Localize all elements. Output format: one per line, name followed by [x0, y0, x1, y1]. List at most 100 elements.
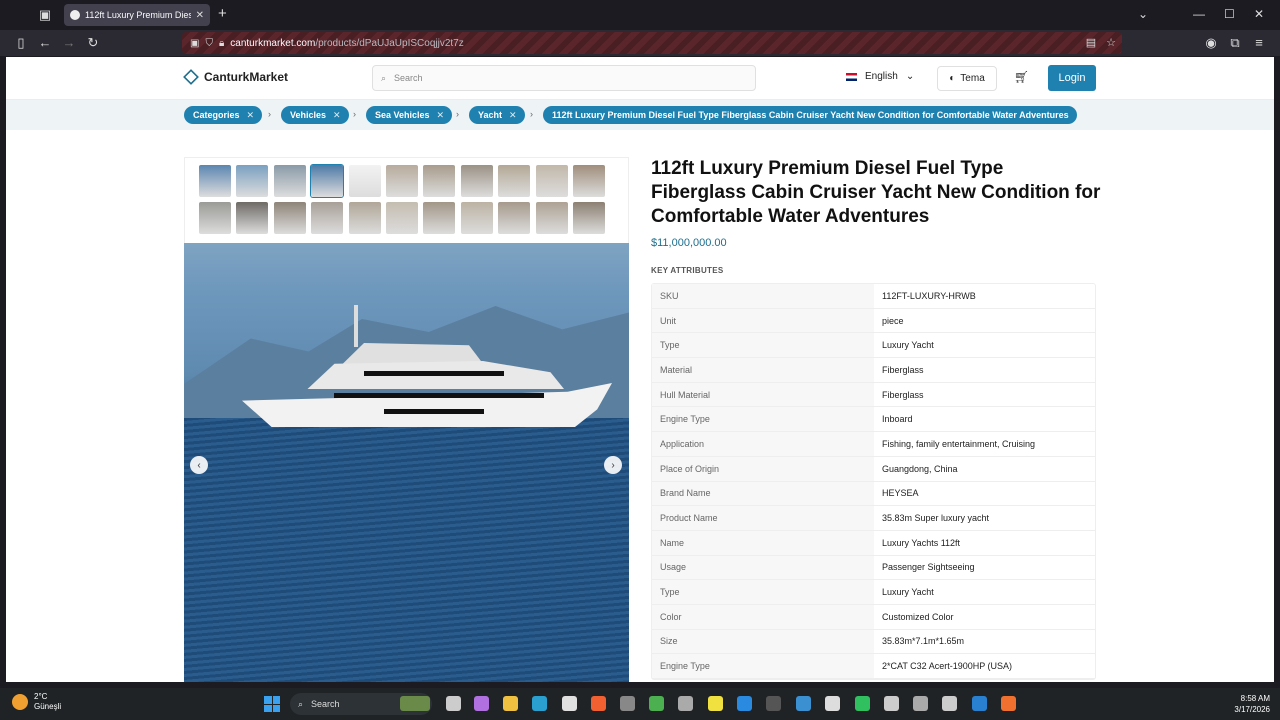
tab-list-icon[interactable]: ▣	[36, 7, 54, 23]
thumbnail-image[interactable]	[199, 165, 231, 197]
minimize-icon[interactable]: —	[1193, 6, 1205, 22]
editor-icon[interactable]	[678, 696, 693, 711]
site-logo[interactable]: CanturkMarket	[183, 69, 288, 85]
slack-icon[interactable]	[562, 696, 577, 711]
breadcrumb-yacht[interactable]: Yacht ✕	[469, 106, 525, 124]
outlook-icon[interactable]	[972, 696, 987, 711]
attribute-row: SKU 112FT-LUXURY-HRWB	[652, 284, 1095, 309]
remove-icon[interactable]: ✕	[247, 110, 255, 121]
reload-icon[interactable]: ↻	[85, 35, 101, 51]
browser-tab[interactable]: 112ft Luxury Premium Diesel Fu ✕	[64, 4, 210, 26]
thumbnail-image[interactable]	[460, 202, 493, 234]
thumbnail-image[interactable]	[498, 165, 531, 197]
thumbnail-image[interactable]	[460, 165, 493, 197]
theme-button[interactable]: ◐ Tema	[937, 66, 997, 91]
thumbnail-image[interactable]	[273, 165, 306, 197]
thumbnail-image[interactable]	[386, 202, 418, 234]
firefox-icon[interactable]	[1001, 696, 1016, 711]
thumbnail-image[interactable]	[498, 202, 531, 234]
windows-start-icon[interactable]	[264, 696, 280, 712]
thumbnail-image[interactable]	[348, 202, 381, 234]
attribute-key: Name	[652, 530, 874, 555]
maximize-icon[interactable]: ☐	[1224, 6, 1235, 22]
attribute-value: Luxury Yachts 112ft	[882, 537, 961, 548]
task-view-icon[interactable]	[446, 696, 461, 711]
shield-icon[interactable]: ⛉	[205, 38, 213, 49]
cart-icon[interactable]: 🛒︎	[1014, 70, 1029, 84]
forward-icon[interactable]: →	[61, 35, 77, 51]
attribute-row: Type Luxury Yacht	[652, 333, 1095, 359]
attribute-key: Hull Material	[652, 382, 874, 407]
tab-close-icon[interactable]: ✕	[196, 10, 204, 21]
thumbnail-image[interactable]	[236, 165, 269, 197]
edge-icon[interactable]	[532, 696, 547, 711]
thumbnail-image[interactable]	[535, 165, 568, 197]
reader-view-icon[interactable]: ▤	[1086, 36, 1096, 49]
attribute-row: Place of Origin Guangdong, China	[652, 456, 1095, 482]
chrome-icon[interactable]	[649, 696, 664, 711]
thumbnail-image[interactable]	[199, 202, 231, 234]
login-button[interactable]: Login	[1048, 65, 1096, 91]
menu-icon[interactable]: ≡	[1251, 35, 1267, 51]
extensions-icon[interactable]: ⧉	[1227, 35, 1243, 51]
github-icon[interactable]	[825, 696, 840, 711]
sticky-notes-icon[interactable]	[708, 696, 723, 711]
breadcrumb-label: 112ft Luxury Premium Diesel Fuel Type Fi…	[552, 110, 1069, 120]
attribute-key: SKU	[652, 284, 874, 308]
thumbnail-image[interactable]	[573, 165, 605, 197]
attribute-row: Application Fishing, family entertainment…	[652, 432, 1095, 457]
weather-widget[interactable]: 2°C Güneşli	[12, 692, 61, 712]
terminal-icon[interactable]	[766, 696, 781, 711]
box-icon[interactable]	[913, 696, 928, 711]
remove-icon[interactable]: ✕	[509, 110, 517, 121]
lock-icon[interactable]: 🔒︎	[219, 38, 224, 49]
tab-favicon-icon	[70, 10, 80, 20]
breadcrumb-sea-vehicles[interactable]: Sea Vehicles ✕	[366, 106, 453, 124]
breadcrumb-categories[interactable]: Categories ✕	[184, 106, 263, 124]
attribute-row: Engine Type Inboard	[652, 407, 1095, 433]
thumbnail-image[interactable]	[535, 202, 568, 234]
thumbnail-image[interactable]	[311, 165, 344, 197]
thumbnail-image[interactable]	[273, 202, 306, 234]
steam-icon[interactable]	[942, 696, 957, 711]
yacht-window	[334, 393, 544, 398]
address-bar[interactable]: ▣ ⛉ 🔒︎ canturkmarket.com /products/dPaUJ…	[182, 32, 1122, 54]
thumbnail-image[interactable]	[236, 202, 269, 234]
sun-icon	[12, 694, 28, 710]
remove-icon[interactable]: ✕	[333, 110, 341, 121]
previous-image-arrow-icon[interactable]: ‹	[190, 456, 208, 474]
bookmark-star-icon[interactable]: ☆	[1106, 36, 1116, 49]
file-explorer-icon[interactable]	[503, 696, 518, 711]
attribute-value: Fishing, family entertainment, Cruising	[882, 438, 1036, 449]
new-tab-button[interactable]: +	[218, 6, 227, 22]
thumbnail-image[interactable]	[423, 202, 456, 234]
language-selector[interactable]: English ⌄	[846, 71, 914, 82]
next-image-arrow-icon[interactable]: ›	[604, 456, 622, 474]
copilot-icon[interactable]	[474, 696, 489, 711]
remove-icon[interactable]: ✕	[437, 110, 445, 121]
system-clock[interactable]: 8:58 AM 3/17/2026	[1234, 693, 1270, 715]
account-icon[interactable]: ◉	[1203, 35, 1219, 51]
thumbnail-image[interactable]	[386, 165, 418, 197]
breadcrumb-vehicles[interactable]: Vehicles ✕	[281, 106, 349, 124]
attribute-value: 35.83m*7.1m*1.65m	[882, 636, 965, 647]
whatsapp-icon[interactable]	[855, 696, 870, 711]
postman-icon[interactable]	[591, 696, 606, 711]
landscape-widget-icon[interactable]	[400, 696, 430, 711]
url-host: canturkmarket.com	[230, 37, 316, 49]
search-box[interactable]: ⌕ Search	[372, 65, 756, 91]
breadcrumb-current-product[interactable]: 112ft Luxury Premium Diesel Fuel Type Fi…	[543, 106, 1077, 124]
media-player-icon[interactable]	[884, 696, 899, 711]
thumbnail-image[interactable]	[423, 165, 456, 197]
vscode-icon[interactable]	[737, 696, 752, 711]
thumbnail-image[interactable]	[311, 202, 344, 234]
app-icon[interactable]	[796, 696, 811, 711]
back-icon[interactable]: ←	[37, 35, 53, 51]
github-desktop-icon[interactable]	[620, 696, 635, 711]
tab-overflow-chevron-icon[interactable]: ⌄	[1138, 6, 1148, 22]
main-product-image[interactable]: ‹ ›	[184, 243, 629, 682]
thumbnail-image[interactable]	[573, 202, 605, 234]
sidebar-toggle-icon[interactable]: ▯	[13, 35, 29, 51]
close-window-icon[interactable]: ✕	[1254, 6, 1264, 22]
thumbnail-image[interactable]	[348, 165, 381, 197]
